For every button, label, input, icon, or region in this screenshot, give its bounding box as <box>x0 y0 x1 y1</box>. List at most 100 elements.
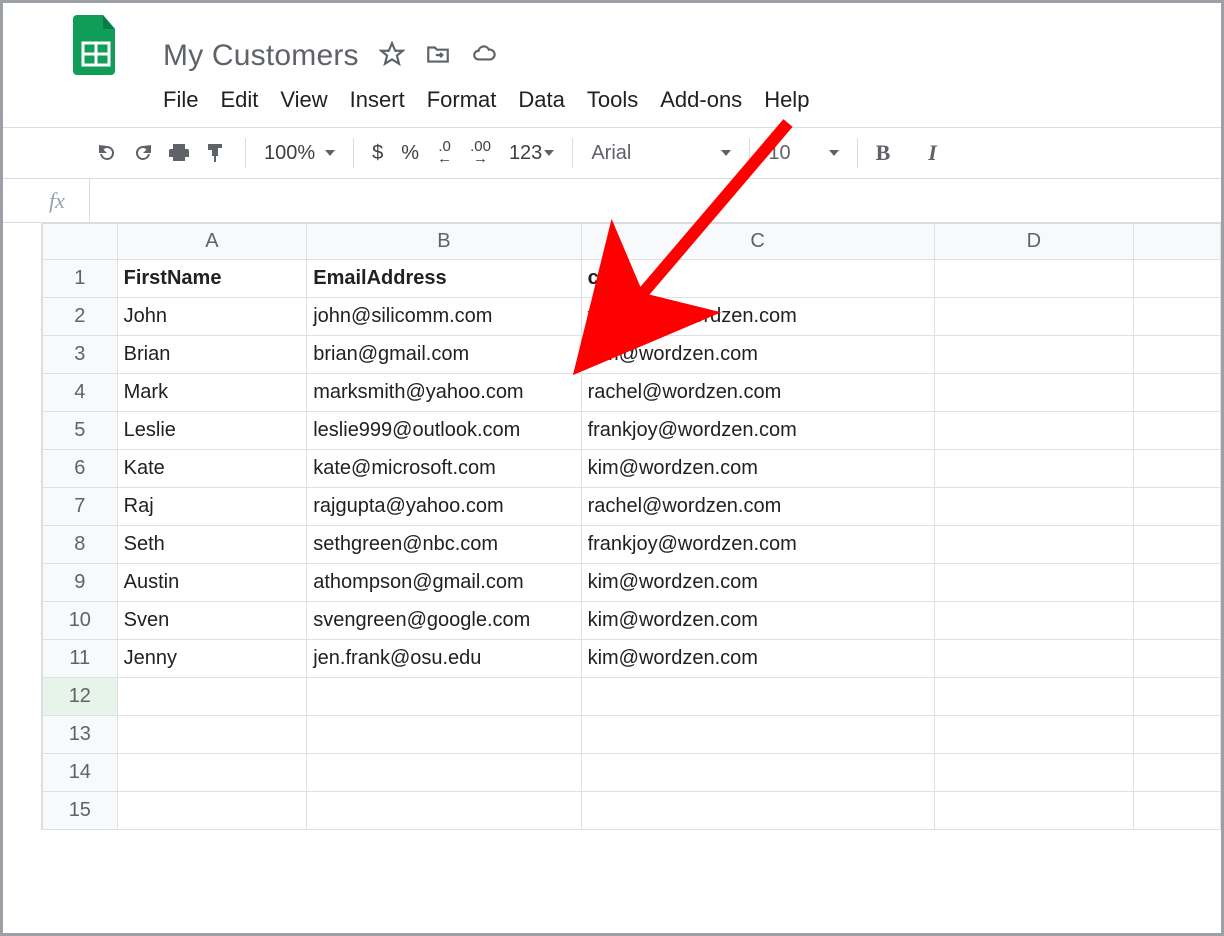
cell[interactable] <box>1134 526 1221 564</box>
cell[interactable]: frankjoy@wordzen.com <box>581 526 934 564</box>
cell[interactable] <box>1134 602 1221 640</box>
cell[interactable] <box>934 298 1134 336</box>
cell[interactable] <box>1134 754 1221 792</box>
cell[interactable]: jen.frank@osu.edu <box>307 640 581 678</box>
increase-decimal-button[interactable]: .00 → <box>470 141 491 165</box>
cell[interactable] <box>117 678 307 716</box>
col-header-c[interactable]: C <box>581 224 934 260</box>
format-percent-button[interactable]: % <box>401 142 419 165</box>
row-header[interactable]: 7 <box>43 488 118 526</box>
cell[interactable]: Kate <box>117 450 307 488</box>
cell[interactable] <box>934 412 1134 450</box>
cell[interactable]: kim@wordzen.com <box>581 564 934 602</box>
cell[interactable] <box>1134 450 1221 488</box>
cell[interactable]: kim@wordzen.com <box>581 336 934 374</box>
cell[interactable] <box>117 716 307 754</box>
cell[interactable]: rachel@wordzen.com <box>581 374 934 412</box>
col-header-b[interactable]: B <box>307 224 581 260</box>
cell[interactable] <box>934 260 1134 298</box>
col-header-d[interactable]: D <box>934 224 1134 260</box>
cell[interactable]: frankjoy@wordzen.com <box>581 298 934 336</box>
row-header[interactable]: 15 <box>43 792 118 830</box>
cell[interactable]: FirstName <box>117 260 307 298</box>
cell[interactable] <box>1134 374 1221 412</box>
format-currency-button[interactable]: $ <box>372 142 383 165</box>
menu-addons[interactable]: Add-ons <box>660 87 742 113</box>
cell[interactable] <box>581 792 934 830</box>
row-header[interactable]: 8 <box>43 526 118 564</box>
row-header[interactable]: 13 <box>43 716 118 754</box>
cell[interactable]: rajgupta@yahoo.com <box>307 488 581 526</box>
row-header[interactable]: 3 <box>43 336 118 374</box>
cell[interactable]: kim@wordzen.com <box>581 450 934 488</box>
cell[interactable] <box>1134 336 1221 374</box>
cell[interactable] <box>934 678 1134 716</box>
spreadsheet-grid[interactable]: A B C D 1FirstNameEmailAddresscc2Johnjoh… <box>41 223 1221 830</box>
font-family-select[interactable]: Arial <box>591 142 731 165</box>
menu-view[interactable]: View <box>280 87 327 113</box>
cell[interactable]: john@silicomm.com <box>307 298 581 336</box>
cell[interactable] <box>934 450 1134 488</box>
row-header[interactable]: 11 <box>43 640 118 678</box>
row-header[interactable]: 1 <box>43 260 118 298</box>
menu-format[interactable]: Format <box>427 87 497 113</box>
cell[interactable] <box>581 678 934 716</box>
decrease-decimal-button[interactable]: .0 ← <box>437 141 452 165</box>
cell[interactable]: Austin <box>117 564 307 602</box>
row-header[interactable]: 5 <box>43 412 118 450</box>
cell[interactable]: Brian <box>117 336 307 374</box>
cell[interactable]: EmailAddress <box>307 260 581 298</box>
formula-input[interactable] <box>90 189 1221 212</box>
paint-format-icon[interactable] <box>203 141 227 165</box>
row-header[interactable]: 12 <box>43 678 118 716</box>
cell[interactable]: sethgreen@nbc.com <box>307 526 581 564</box>
cell[interactable]: kim@wordzen.com <box>581 640 934 678</box>
cell[interactable] <box>1134 412 1221 450</box>
cell[interactable] <box>1134 298 1221 336</box>
cell[interactable] <box>117 792 307 830</box>
cell[interactable]: cc <box>581 260 934 298</box>
row-header[interactable]: 10 <box>43 602 118 640</box>
more-formats-button[interactable]: 123 <box>509 142 554 165</box>
cell[interactable]: kim@wordzen.com <box>581 602 934 640</box>
col-header-e[interactable] <box>1134 224 1221 260</box>
cell[interactable] <box>934 754 1134 792</box>
cell[interactable] <box>934 640 1134 678</box>
cell[interactable]: marksmith@yahoo.com <box>307 374 581 412</box>
bold-button[interactable]: B <box>876 140 891 166</box>
cell[interactable] <box>934 716 1134 754</box>
cell[interactable]: Raj <box>117 488 307 526</box>
cell[interactable] <box>1134 564 1221 602</box>
row-header[interactable]: 6 <box>43 450 118 488</box>
undo-icon[interactable] <box>95 141 119 165</box>
cell[interactable] <box>1134 792 1221 830</box>
cell[interactable]: svengreen@google.com <box>307 602 581 640</box>
cell[interactable] <box>934 564 1134 602</box>
menu-edit[interactable]: Edit <box>220 87 258 113</box>
cell[interactable] <box>1134 678 1221 716</box>
row-header[interactable]: 14 <box>43 754 118 792</box>
cell[interactable]: leslie999@outlook.com <box>307 412 581 450</box>
cell[interactable]: Jenny <box>117 640 307 678</box>
menu-file[interactable]: File <box>163 87 198 113</box>
move-folder-icon[interactable] <box>425 41 451 72</box>
menu-help[interactable]: Help <box>764 87 809 113</box>
cell[interactable] <box>307 792 581 830</box>
cell[interactable] <box>1134 640 1221 678</box>
cell[interactable]: Leslie <box>117 412 307 450</box>
cell[interactable] <box>117 754 307 792</box>
cell[interactable] <box>307 716 581 754</box>
cell[interactable] <box>1134 260 1221 298</box>
row-header[interactable]: 4 <box>43 374 118 412</box>
cell[interactable]: Seth <box>117 526 307 564</box>
menu-tools[interactable]: Tools <box>587 87 638 113</box>
print-icon[interactable] <box>167 141 191 165</box>
cell[interactable] <box>934 374 1134 412</box>
doc-title[interactable]: My Customers <box>163 39 359 73</box>
menu-insert[interactable]: Insert <box>350 87 405 113</box>
cell[interactable] <box>1134 716 1221 754</box>
cloud-status-icon[interactable] <box>471 41 497 72</box>
cell[interactable]: athompson@gmail.com <box>307 564 581 602</box>
cell[interactable]: Mark <box>117 374 307 412</box>
cell[interactable] <box>307 754 581 792</box>
